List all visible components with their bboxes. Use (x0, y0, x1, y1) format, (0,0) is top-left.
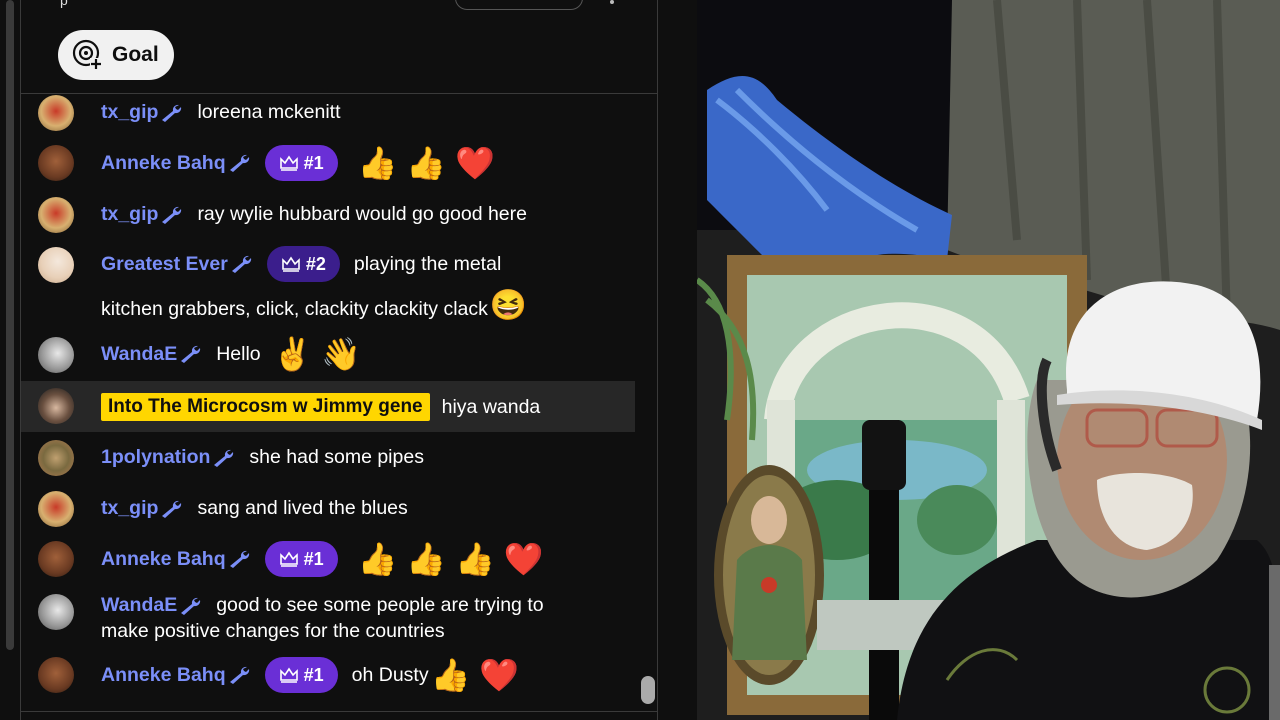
author-name[interactable]: WandaE (101, 594, 177, 617)
moderator-wrench-icon (181, 597, 201, 615)
message-text: hiya wanda (441, 395, 541, 418)
crown-icon (279, 667, 298, 683)
message-emojis: 👍 ❤️ (430, 657, 520, 693)
more-options-icon[interactable] (610, 0, 614, 4)
page-scrollbar[interactable] (6, 0, 14, 650)
rank-label: #1 (303, 664, 324, 685)
author-name[interactable]: 1polynation (101, 446, 210, 469)
chat-scrollbar-thumb[interactable] (641, 676, 655, 704)
author-name[interactable]: WandaE (101, 343, 177, 366)
avatar[interactable] (38, 247, 74, 283)
message-emojis: ✌️ 👋 (272, 336, 362, 372)
member-rank-badge: #1 (264, 657, 338, 693)
avatar[interactable] (38, 594, 74, 630)
crown-icon (282, 256, 300, 272)
author-name[interactable]: Greatest Ever (101, 253, 228, 276)
avatar[interactable] (38, 337, 74, 373)
channel-owner-chip[interactable]: Into The Microcosm w Jimmy gene (101, 393, 430, 421)
message-text: she had some pipes (249, 446, 424, 468)
message-text: loreena mckenitt (197, 101, 341, 123)
member-rank-badge: #2 (266, 246, 340, 282)
author-name[interactable]: tx_gip (101, 497, 158, 520)
author-name[interactable]: Anneke Bahq (101, 548, 226, 571)
moderator-wrench-icon (214, 449, 234, 467)
message-text: ray wylie hubbard would go good here (197, 203, 527, 225)
avatar[interactable] (38, 440, 74, 476)
moderator-wrench-icon (181, 345, 201, 363)
chat-message: WandaE good to see some people are tryin… (101, 594, 544, 617)
message-text: Hello (216, 342, 261, 365)
chat-message: tx_gip loreena mckenitt (101, 101, 341, 124)
avatar[interactable] (38, 95, 74, 131)
goal-button[interactable]: Goal (58, 30, 174, 80)
moderator-wrench-icon (162, 500, 182, 518)
chat-message: Greatest Ever #2 playing the metal (101, 246, 501, 282)
goal-label: Goal (112, 43, 159, 66)
message-text: playing the metal (353, 252, 502, 275)
moderator-wrench-icon (229, 666, 249, 684)
chat-message: Anneke Bahq #1 oh Dusty 👍 ❤️ (101, 657, 519, 693)
member-rank-badge: #1 (264, 541, 338, 577)
message-emojis: 👍 👍 ❤️ (357, 145, 495, 181)
rank-label: #2 (305, 253, 326, 274)
chat-message-continuation: make positive changes for the countries (101, 620, 445, 643)
avatar[interactable] (38, 541, 74, 577)
author-name[interactable]: Anneke Bahq (101, 664, 226, 687)
moderator-wrench-icon (162, 206, 182, 224)
rank-label: #1 (303, 152, 324, 173)
avatar[interactable] (38, 197, 74, 233)
moderator-wrench-icon (231, 255, 251, 273)
author-name[interactable]: tx_gip (101, 203, 158, 226)
chat-message: WandaE Hello ✌️ 👋 (101, 336, 361, 372)
author-name[interactable]: tx_gip (101, 101, 158, 124)
message-text: oh Dusty (351, 663, 429, 686)
crown-icon (279, 155, 298, 171)
member-rank-badge: #1 (264, 145, 338, 181)
moderator-wrench-icon (162, 104, 182, 122)
message-text: make positive changes for the countries (101, 620, 445, 642)
moderator-wrench-icon (229, 550, 249, 568)
chat-message: tx_gip sang and lived the blues (101, 497, 408, 520)
live-chat-panel: p Goal tx_gip loreena mckenitt Anneke Ba… (0, 0, 697, 720)
message-text: kitchen grabbers, click, clackity clacki… (101, 298, 488, 320)
chat-message: 1polynation she had some pipes (101, 446, 424, 469)
message-text: good to see some people are trying to (216, 594, 544, 616)
chat-header-title: p (60, 0, 68, 8)
avatar[interactable] (38, 657, 74, 693)
chat-message: Anneke Bahq #1 👍 👍 👍 ❤️ (101, 541, 544, 577)
message-text: sang and lived the blues (197, 497, 408, 519)
avatar[interactable] (38, 388, 74, 424)
author-name[interactable]: Anneke Bahq (101, 152, 226, 175)
avatar[interactable] (38, 145, 74, 181)
message-emojis: 👍 👍 👍 ❤️ (357, 541, 544, 577)
laughing-emoji: 😆 (489, 289, 528, 322)
video-player[interactable] (697, 0, 1280, 720)
chat-message: Into The Microcosm w Jimmy gene hiya wan… (101, 393, 540, 421)
crown-icon (279, 551, 298, 567)
chat-input-divider (21, 711, 657, 712)
webcam-frame (697, 0, 1280, 720)
chat-message: tx_gip ray wylie hubbard would go good h… (101, 203, 527, 226)
chat-message-continuation: kitchen grabbers, click, clackity clacki… (101, 290, 527, 322)
rank-label: #1 (303, 548, 324, 569)
chat-mode-dropdown[interactable] (455, 0, 583, 10)
chat-divider (21, 93, 657, 94)
chat-message: Anneke Bahq #1 👍 👍 ❤️ (101, 145, 495, 181)
moderator-wrench-icon (229, 154, 249, 172)
avatar[interactable] (38, 491, 74, 527)
goal-target-icon (72, 39, 102, 70)
